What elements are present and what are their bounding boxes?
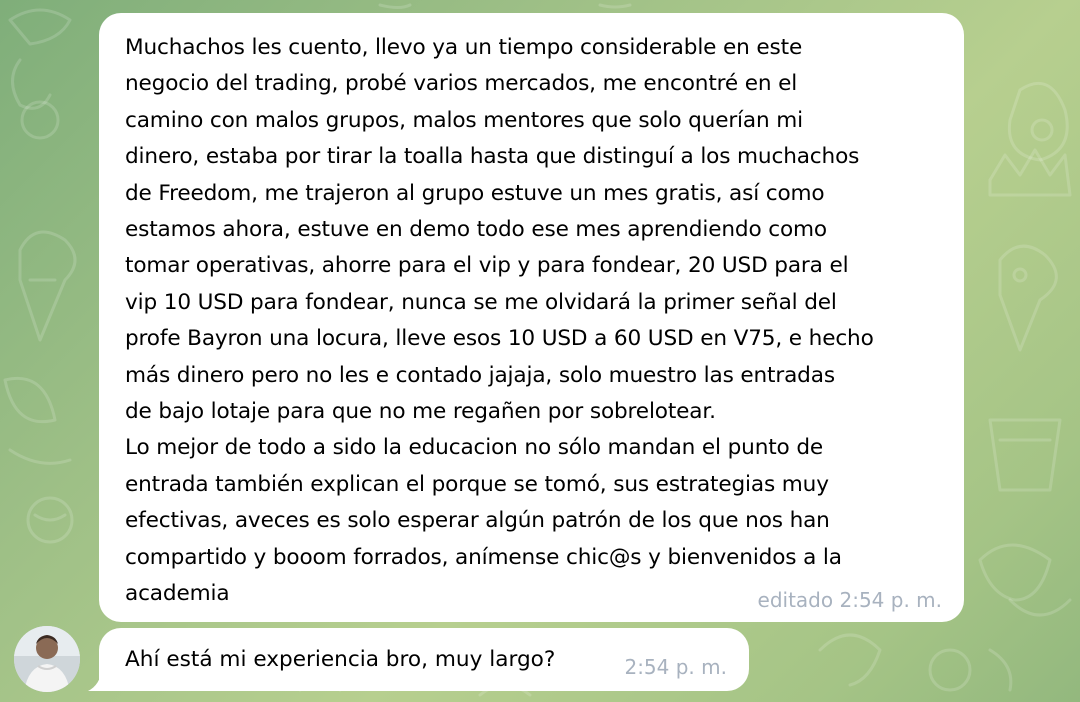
message-text: Muchachos les cuento, llevo ya un tiempo… [125, 35, 874, 607]
user-avatar-photo-icon [14, 626, 80, 692]
message-timestamp: editado 2:54 p. m. [757, 588, 942, 612]
message-timestamp: 2:54 p. m. [624, 655, 727, 679]
message-bubble-main[interactable]: Muchachos les cuento, llevo ya un tiempo… [99, 13, 964, 622]
message-bubble-second[interactable]: Ahí está mi experiencia bro, muy largo? … [99, 628, 749, 691]
user-avatar[interactable] [14, 626, 80, 692]
